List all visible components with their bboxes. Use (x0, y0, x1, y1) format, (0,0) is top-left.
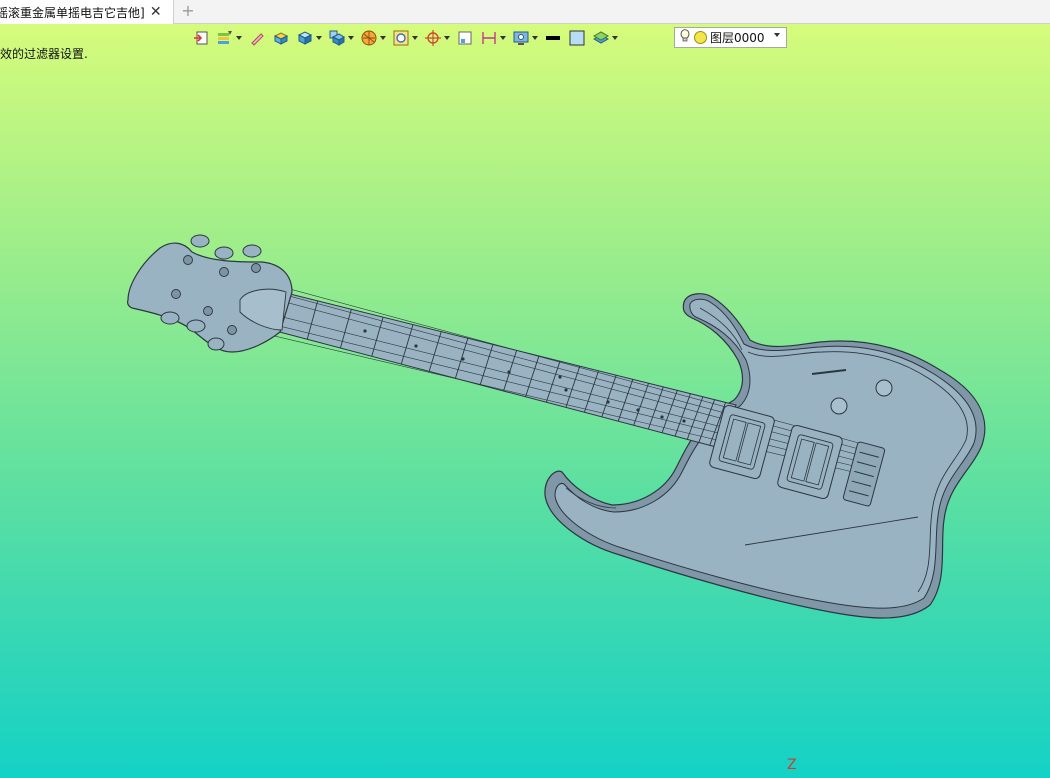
layer-color-icon[interactable] (694, 31, 707, 44)
cube-view-icon (328, 29, 346, 47)
layer-filter-icon (216, 29, 234, 47)
line-color-icon (544, 29, 562, 47)
cube-view-button[interactable] (328, 29, 354, 47)
layer-filter-button[interactable] (216, 29, 242, 47)
document-tab[interactable]: 摇滚重金属单摇电吉它吉他] ✕ (0, 0, 174, 24)
line-color-button[interactable] (544, 29, 562, 47)
chevron-down-icon[interactable] (380, 36, 386, 40)
document-tab-label: 摇滚重金属单摇电吉它吉他] (0, 5, 145, 20)
add-tab-button[interactable]: + (180, 3, 196, 19)
document-tab-bar: 摇滚重金属单摇电吉它吉他] ✕ + (0, 0, 1050, 24)
chevron-down-icon[interactable] (500, 36, 506, 40)
display-settings-button[interactable] (512, 29, 538, 47)
zoom-fit-button[interactable] (392, 29, 418, 47)
guitar-neck (271, 291, 737, 449)
small-box-button[interactable] (456, 29, 474, 47)
exit-sketch-button[interactable] (192, 29, 210, 47)
snap-target-button[interactable] (424, 29, 450, 47)
chevron-down-icon[interactable] (412, 36, 418, 40)
render-mode-icon (360, 29, 378, 47)
chevron-down-icon[interactable] (236, 36, 242, 40)
chevron-down-icon[interactable] (444, 36, 450, 40)
fill-color-icon (568, 29, 586, 47)
chevron-down-icon[interactable] (612, 36, 618, 40)
chevron-down-icon[interactable] (532, 36, 538, 40)
pen-icon (248, 29, 266, 47)
view-toolbar (192, 27, 624, 49)
dimension-icon (480, 29, 498, 47)
exit-sketch-icon (192, 29, 210, 47)
solid-box-icon (272, 29, 290, 47)
snap-target-icon (424, 29, 442, 47)
chevron-down-icon[interactable] (774, 33, 780, 37)
bulb-icon[interactable] (680, 29, 690, 46)
pen-button[interactable] (248, 29, 266, 47)
guitar-model (127, 234, 986, 619)
layer-stack-button[interactable] (592, 29, 618, 47)
chevron-down-icon[interactable] (316, 36, 322, 40)
cube-icon (296, 29, 314, 47)
3d-viewport[interactable] (0, 55, 1050, 778)
small-box-icon (456, 29, 474, 47)
render-mode-button[interactable] (360, 29, 386, 47)
layer-stack-icon (592, 29, 610, 47)
close-icon[interactable]: ✕ (149, 4, 163, 20)
layer-select[interactable]: 图层0000 (674, 27, 787, 48)
axis-z-label: Z (787, 757, 797, 773)
layer-name: 图层0000 (710, 31, 765, 45)
solid-box-button[interactable] (272, 29, 290, 47)
dimension-button[interactable] (480, 29, 506, 47)
cube-button[interactable] (296, 29, 322, 47)
chevron-down-icon[interactable] (348, 36, 354, 40)
fill-color-button[interactable] (568, 29, 586, 47)
zoom-fit-icon (392, 29, 410, 47)
display-settings-icon (512, 29, 530, 47)
